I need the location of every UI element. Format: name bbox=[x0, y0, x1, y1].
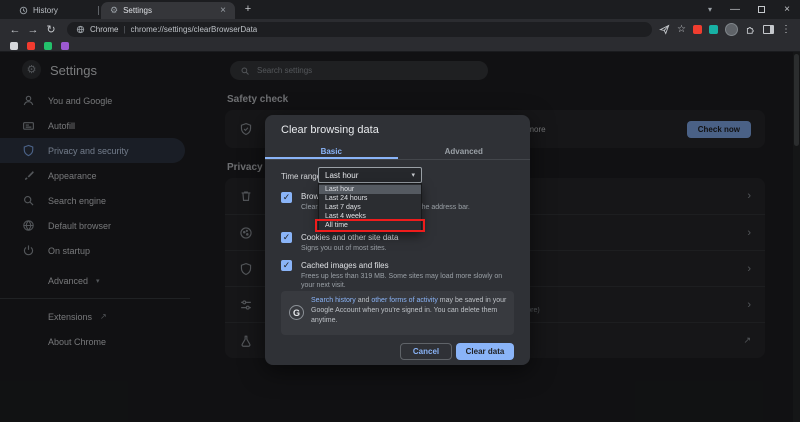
option-last-7-days[interactable]: Last 7 days bbox=[319, 203, 421, 212]
cancel-button[interactable]: Cancel bbox=[400, 343, 452, 360]
maximize-button[interactable] bbox=[748, 0, 774, 19]
close-window-button[interactable]: × bbox=[774, 0, 800, 19]
bookmark-favicon-3[interactable] bbox=[44, 42, 52, 50]
other-activity-link[interactable]: other forms of activity bbox=[371, 297, 438, 304]
bookmark-star-icon[interactable]: ☆ bbox=[677, 25, 686, 35]
forward-button[interactable]: → bbox=[24, 24, 42, 36]
chevron-down-icon: ▾ bbox=[411, 171, 415, 179]
row-title: Cookies and other site data bbox=[301, 233, 398, 242]
time-range-label: Time range bbox=[281, 172, 321, 181]
settings-page: ⚙ Settings You and Google Autofill Priva… bbox=[0, 52, 800, 422]
profile-avatar[interactable] bbox=[725, 23, 738, 36]
bookmarks-bar bbox=[0, 40, 800, 52]
checkbox-cached-images[interactable]: ✓ bbox=[281, 260, 292, 271]
checkbox-cookies[interactable]: ✓ bbox=[281, 232, 292, 243]
tab-strip: History ⚙ Settings × + ▾ — × bbox=[0, 0, 800, 19]
bookmark-favicon-2[interactable] bbox=[27, 42, 35, 50]
menu-kebab-icon[interactable]: ⋮ bbox=[781, 25, 791, 35]
omnibox-app-label: Chrome bbox=[90, 25, 118, 34]
tab-divider bbox=[98, 6, 99, 15]
bookmark-favicon-1[interactable] bbox=[10, 42, 18, 50]
toolbar-actions: ☆ ⋮ bbox=[659, 23, 794, 36]
dialog-title: Clear browsing data bbox=[281, 124, 379, 136]
clear-data-button[interactable]: Clear data bbox=[456, 343, 514, 360]
settings-gear-icon: ⚙ bbox=[110, 5, 118, 16]
extension-icon-teal[interactable] bbox=[709, 25, 718, 34]
row-subtitle: Frees up less than 319 MB. Some sites ma… bbox=[301, 272, 515, 291]
tab-close-icon[interactable]: × bbox=[220, 5, 226, 16]
omnibox-separator: | bbox=[123, 25, 125, 34]
tab-history[interactable]: History bbox=[10, 2, 98, 19]
tab-settings[interactable]: ⚙ Settings × bbox=[101, 2, 235, 19]
dialog-tabs: Basic Advanced bbox=[265, 143, 530, 160]
row-subtitle: Signs you out of most sites. bbox=[301, 244, 515, 253]
back-button[interactable]: ← bbox=[6, 24, 24, 36]
site-info-globe-icon bbox=[76, 25, 85, 34]
option-last-hour[interactable]: Last hour bbox=[319, 185, 421, 194]
note-text: Search history and other forms of activi… bbox=[311, 296, 507, 326]
time-range-select[interactable]: Last hour ▾ bbox=[318, 167, 422, 183]
checkbox-browsing-history[interactable]: ✓ bbox=[281, 192, 292, 203]
maximize-icon bbox=[758, 6, 765, 13]
tab-advanced[interactable]: Advanced bbox=[398, 143, 531, 159]
browser-window: History ⚙ Settings × + ▾ — × ← → ↻ Chrom… bbox=[0, 0, 800, 422]
option-last-24-hours[interactable]: Last 24 hours bbox=[319, 194, 421, 203]
browser-toolbar: ← → ↻ Chrome | chrome://settings/clearBr… bbox=[0, 19, 800, 40]
google-account-note: G Search history and other forms of acti… bbox=[281, 291, 514, 335]
reload-button[interactable]: ↻ bbox=[42, 23, 60, 36]
tab-search-caret-icon[interactable]: ▾ bbox=[698, 5, 722, 14]
google-g-icon: G bbox=[289, 305, 304, 320]
tab-label: Settings bbox=[123, 6, 152, 15]
minimize-button[interactable]: — bbox=[722, 0, 748, 19]
side-panel-icon[interactable] bbox=[763, 25, 774, 34]
window-controls: ▾ — × bbox=[698, 0, 800, 19]
note-mid: and bbox=[356, 297, 372, 304]
extension-icon-red[interactable] bbox=[693, 25, 702, 34]
address-bar[interactable]: Chrome | chrome://settings/clearBrowserD… bbox=[67, 22, 652, 37]
history-clock-icon bbox=[19, 6, 28, 15]
clear-browsing-data-dialog: Clear browsing data Basic Advanced Time … bbox=[265, 115, 530, 365]
bookmark-favicon-4[interactable] bbox=[61, 42, 69, 50]
extensions-puzzle-icon[interactable] bbox=[745, 24, 756, 35]
share-icon[interactable] bbox=[659, 24, 670, 35]
new-tab-button[interactable]: + bbox=[240, 2, 256, 18]
tab-basic[interactable]: Basic bbox=[265, 143, 398, 159]
tab-label: History bbox=[33, 6, 58, 15]
row-title: Cached images and files bbox=[301, 261, 389, 270]
omnibox-url: chrome://settings/clearBrowserData bbox=[131, 25, 258, 34]
search-history-link[interactable]: Search history bbox=[311, 297, 356, 304]
time-range-value: Last hour bbox=[325, 171, 358, 180]
annotation-highlight-box bbox=[315, 219, 425, 232]
